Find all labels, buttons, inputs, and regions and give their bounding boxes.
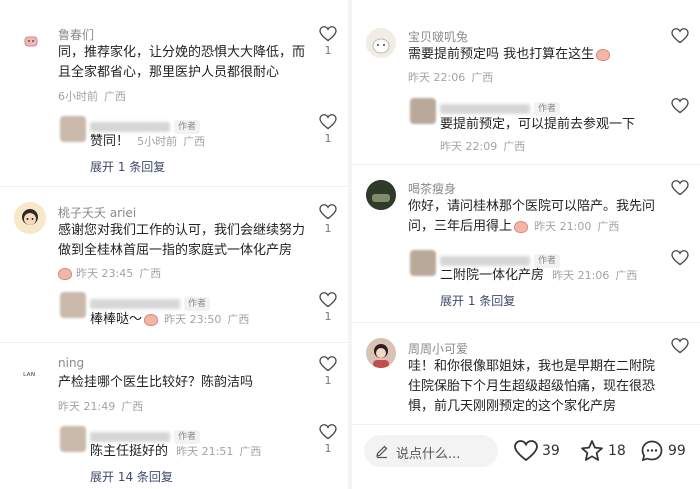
avatar[interactable]: [410, 98, 436, 124]
avatar[interactable]: [366, 28, 396, 58]
avatar[interactable]: [60, 426, 86, 452]
avatar[interactable]: [366, 180, 396, 210]
like-count-button[interactable]: 39: [514, 437, 560, 465]
comment-text: 哇！和你很像耶姐妹，我也是早期在二附院 住院保胎下个月生超级超级怕痛，现在很恐 …: [408, 359, 656, 414]
heart-icon: [319, 114, 337, 130]
like-button[interactable]: 1: [316, 356, 340, 387]
comment-meta: 昨天 21:49 广西: [58, 400, 144, 413]
expand-replies-link[interactable]: 展开 14 条回复: [90, 468, 173, 485]
right-comment-column: 宝贝啵叽兔 需要提前预定吗 我也打算在这生 昨天 22:06 广西 作者 要提前预…: [352, 0, 700, 489]
heart-icon: [319, 356, 337, 372]
cute-face-emoji-icon: [58, 268, 72, 280]
heart-icon: [514, 440, 538, 462]
avatar[interactable]: [14, 202, 46, 234]
reply-text: 棒棒哒～ 昨天 23:50 广西: [90, 312, 250, 327]
reply-text: 陈主任挺好的 昨天 21:51 广西: [90, 444, 262, 459]
left-comment-column: 鲁春们 同，推荐家化，让分娩的恐惧大大降低，而 且全家都省心，那里医护人员都很耐…: [0, 0, 348, 489]
like-button[interactable]: 1: [316, 204, 340, 235]
divider: [352, 322, 700, 323]
comment-input[interactable]: 说点什么...: [364, 435, 498, 467]
like-button[interactable]: 1: [316, 26, 340, 57]
comment-count-button[interactable]: 99: [640, 437, 686, 465]
like-button[interactable]: 1: [316, 292, 340, 323]
heart-icon: [671, 250, 689, 266]
avatar[interactable]: [18, 28, 44, 54]
cute-face-emoji-icon: [144, 313, 159, 326]
pen-icon: [376, 445, 388, 459]
avatar[interactable]: ʟᴀɴ: [20, 360, 46, 386]
chat-bubble-icon: [641, 440, 663, 462]
star-icon: [581, 440, 603, 461]
reply-text: 要提前预定，可以提前去参观一下: [440, 117, 636, 132]
like-button[interactable]: 1: [316, 424, 340, 455]
comment-text: 产检挂哪个医生比较好？陈韵洁吗: [58, 375, 254, 390]
divider: [0, 186, 348, 187]
reply-text: 赞同！ 5小时前 广西: [90, 134, 206, 149]
like-button[interactable]: [668, 250, 692, 266]
like-button[interactable]: [668, 338, 692, 354]
heart-icon: [671, 180, 689, 196]
heart-icon: [671, 28, 689, 44]
avatar[interactable]: [60, 292, 86, 318]
expand-replies-link[interactable]: 展开 1 条回复: [440, 292, 515, 309]
comment-meta: 昨天 22:06 广西: [408, 71, 494, 84]
comment-username[interactable]: ning: [58, 356, 84, 370]
comment-username[interactable]: 喝茶瘦身: [408, 180, 456, 197]
heart-icon: [319, 424, 337, 440]
avatar[interactable]: [366, 338, 396, 368]
avatar[interactable]: [60, 116, 86, 142]
like-button[interactable]: [668, 180, 692, 196]
author-badge: 作者: [534, 101, 561, 116]
comment-username[interactable]: 桃子夭夭 ariei: [58, 204, 136, 221]
favorite-count-button[interactable]: 18: [580, 437, 626, 465]
like-button[interactable]: [668, 98, 692, 114]
comment-text: 需要提前预定吗 我也打算在这生: [408, 45, 611, 65]
comment-input-placeholder: 说点什么...: [396, 447, 461, 462]
cute-face-emoji-icon: [514, 220, 529, 233]
like-button[interactable]: [668, 28, 692, 44]
comment-meta: 昨天 23:45 广西: [58, 265, 167, 281]
bottom-action-bar: 说点什么... 39 18 99: [352, 424, 700, 489]
heart-icon: [671, 338, 689, 354]
reply-meta: 昨天 22:09 广西: [440, 140, 526, 153]
like-button[interactable]: 1: [316, 114, 340, 145]
comment-meta: 6小时前 广西: [58, 90, 126, 103]
expand-replies-link[interactable]: 展开 1 条回复: [90, 158, 165, 175]
comment-text: 感谢您对我们工作的认可，我们会继续努力 做到全桂林首屈一指的家庭式一体化产房: [58, 223, 306, 258]
author-badge: 作者: [184, 296, 211, 311]
heart-icon: [319, 26, 337, 42]
svg-text:ʟᴀɴ: ʟᴀɴ: [23, 370, 35, 378]
avatar[interactable]: [410, 250, 436, 276]
divider: [0, 342, 348, 343]
reply-text: 二附院一体化产房 昨天 21:06 广西: [440, 268, 638, 283]
cute-face-emoji-icon: [596, 48, 611, 61]
heart-icon: [319, 204, 337, 220]
divider: [352, 164, 700, 165]
heart-icon: [671, 98, 689, 114]
comment-text: 你好，请问桂林那个医院可以陪产。我先问 问，三年后用得上 昨天 21:00 广西: [408, 199, 656, 234]
comment-username[interactable]: 宝贝啵叽兔: [408, 28, 468, 45]
comment-text: 同，推荐家化，让分娩的恐惧大大降低，而 且全家都省心，那里医护人员都很耐心: [58, 45, 306, 80]
comment-username[interactable]: 鲁春们: [58, 26, 94, 43]
heart-icon: [319, 292, 337, 308]
comment-username[interactable]: 周周小可爱: [408, 340, 468, 357]
